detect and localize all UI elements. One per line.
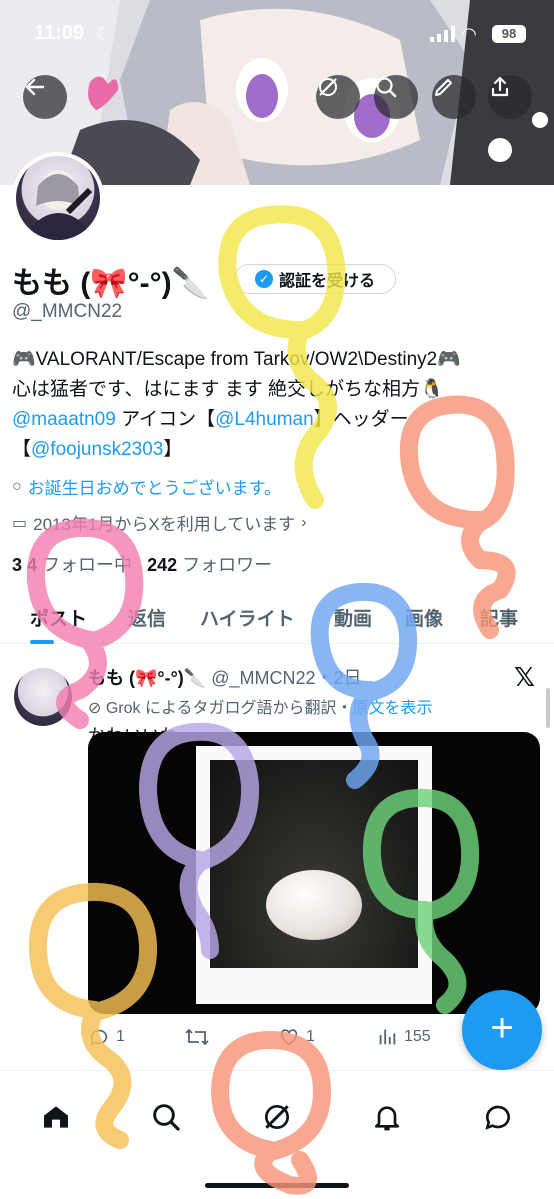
bio-bracket-close: 】 [163,439,183,460]
like-count: 1 [306,1028,315,1045]
bio-mention-maaatn09[interactable]: @maaatn09 [12,409,116,430]
post-author-avatar[interactable] [14,668,72,726]
post-photo [210,760,418,968]
tab-highlights[interactable]: ハイライト [200,604,295,631]
nav-messages[interactable] [478,1097,518,1137]
profile-banner[interactable]: 11:09 ☾ ◠ 98 [0,0,554,185]
scrollbar[interactable] [546,688,550,728]
moon-icon: ☾ [96,24,113,44]
birthday-meta: ○ お誕生日おめでとうございます。 [12,474,281,499]
polaroid-frame [196,746,432,1004]
tab-replies[interactable]: 返信 [128,604,166,631]
follow-stats: 3 4 フォロー中 242 フォロワー [12,551,272,577]
reply-icon [90,1029,108,1046]
post-media[interactable] [88,732,540,1014]
status-time: 11:09 [34,22,85,44]
show-original-link[interactable]: 原文を表示 [353,700,433,717]
bell-icon [375,1106,399,1131]
message-icon [485,1105,510,1130]
joined-meta[interactable]: ▭ 2013年1月からXを利用しています › [12,510,307,535]
profile-bio: 🎮VALORANT/Escape from Tarkov/OW2\Destiny… [12,345,542,465]
following-link[interactable]: 3 4 フォロー中 [12,555,132,575]
views-count: 155 [404,1028,431,1045]
grok-icon [265,1105,289,1129]
bio-mention-foojunsk2303[interactable]: @foojunsk2303 [31,439,163,460]
followers-link[interactable]: 242 フォロワー [147,555,272,575]
bio-line-2: 心は猛者です、はにます ます 絶交しがちな相方🐧 [12,379,444,400]
share-button[interactable] [488,75,532,119]
bio-line-1: 🎮VALORANT/Escape from Tarkov/OW2\Destiny… [12,349,461,370]
grok-small-icon: ⊘ [88,700,102,717]
avatar-image [16,156,100,240]
bio-line-4: 【@foojunsk2303】 [12,435,542,465]
home-icon [44,1106,68,1128]
repost-icon [185,1028,209,1046]
battery-indicator: 98 [492,25,526,43]
edit-button[interactable] [432,75,476,119]
profile-name: もも (🎀°-°)🔪 [12,267,210,300]
reply-count: 1 [116,1028,125,1045]
repost-action[interactable] [184,1026,210,1048]
tab-photos[interactable]: 画像 [405,604,443,631]
calendar-icon: ▭ [12,514,28,532]
nav-notifications[interactable] [367,1097,407,1137]
grok-translation-notice: ⊘ Grok によるタガログ語から翻訳・原文を表示 [88,700,433,717]
heart-icon [280,1029,298,1046]
balloon-icon: ○ [12,477,22,495]
reply-action[interactable]: 1 [88,1026,125,1048]
bottom-navigation [0,1070,554,1199]
profile-avatar[interactable] [12,152,104,244]
x-logo-icon: 𝕏 [514,662,535,692]
wifi-icon: ◠ [462,24,476,44]
bio-bracket-open: 【 [12,439,32,460]
tab-posts[interactable]: ポスト [30,604,87,631]
get-verified-button[interactable]: ✓ 認証を受ける [234,264,396,294]
views-icon [379,1029,396,1045]
followers-label: フォロワー [182,555,273,575]
like-action[interactable]: 1 [278,1026,315,1048]
post-header: もも (🎀°-°)🔪 @_MMCN22・2日 [88,664,362,690]
get-verified-label: 認証を受ける [278,273,375,290]
nav-search[interactable] [146,1097,186,1137]
home-indicator [205,1183,349,1188]
plus-icon: + [490,1006,514,1050]
active-tab-indicator [30,640,54,644]
grok-translation-prefix: Grok によるタガログ語から [105,700,305,717]
grok-button[interactable] [316,75,360,119]
grok-translation-mid: 翻訳 [304,700,337,717]
verified-badge-icon: ✓ [254,270,273,288]
bio-mention-l4human[interactable]: @L4human [215,409,314,430]
chevron-right-icon: › [301,513,307,531]
grok-icon [319,78,337,96]
followers-count: 242 [147,555,178,575]
search-icon [153,1104,180,1131]
tab-articles[interactable]: 記事 [480,604,518,631]
back-button[interactable] [23,75,67,119]
profile-tabs: ポスト 返信 ハイライト 動画 画像 記事 [0,596,554,644]
compose-post-button[interactable]: + [462,990,542,1070]
post-author-name[interactable]: もも (🎀°-°)🔪 [88,668,206,688]
bio-text-icon-credit: アイコン【 [115,409,216,430]
back-icon [25,78,45,96]
photo-subject [266,870,362,940]
following-count: 3 4 [12,555,38,575]
bio-text-header-credit: 】ヘッダー [313,409,409,430]
joined-text: 2013年1月からXを利用しています [33,515,296,534]
share-icon [491,76,509,97]
profile-handle: @_MMCN22 [12,301,123,322]
signal-icon [430,26,455,42]
search-button[interactable] [374,75,418,119]
nav-grok[interactable] [257,1097,297,1137]
search-icon [376,77,397,98]
tab-videos[interactable]: 動画 [334,604,372,631]
bio-line-3: @maaatn09 アイコン【@L4human】ヘッダー [12,405,542,435]
following-label: フォロー中 [42,555,133,575]
edit-icon [435,79,452,96]
nav-home[interactable] [36,1097,76,1137]
post-author-handle: @_MMCN22・2日 [211,668,362,688]
birthday-text: お誕生日おめでとうございます。 [27,479,281,498]
views-action[interactable]: 155 [376,1026,431,1048]
